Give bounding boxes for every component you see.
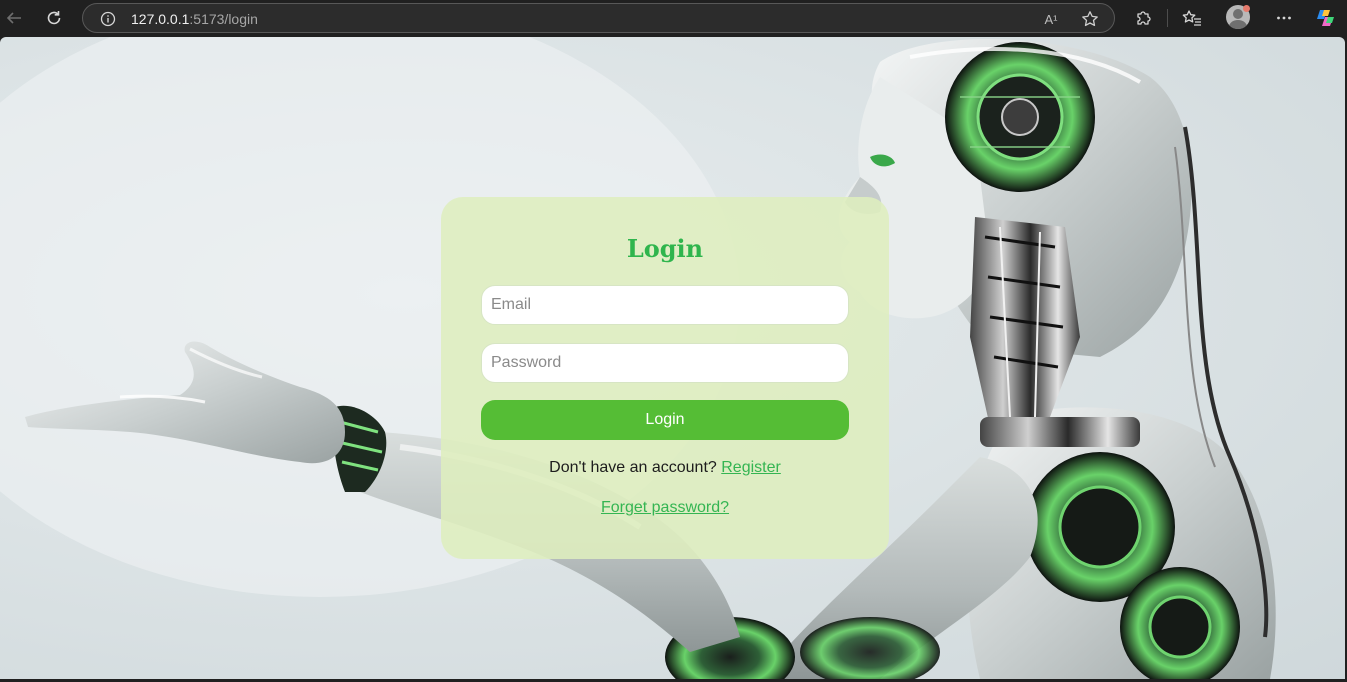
browser-toolbar: 127.0.0.1:5173/login A¹ bbox=[0, 0, 1347, 37]
favorites-button[interactable] bbox=[1178, 4, 1206, 32]
more-dots-icon bbox=[1277, 16, 1291, 20]
url-text[interactable]: 127.0.0.1:5173/login bbox=[131, 11, 258, 27]
more-menu-button[interactable] bbox=[1270, 4, 1298, 32]
login-title: Login bbox=[626, 234, 704, 263]
back-button[interactable] bbox=[0, 4, 28, 32]
avatar-body bbox=[1229, 20, 1247, 29]
extensions-button[interactable] bbox=[1129, 4, 1157, 32]
login-card: Login Login Don't have an account? Regis… bbox=[441, 197, 889, 559]
avatar-head bbox=[1233, 9, 1243, 19]
address-bar[interactable]: 127.0.0.1:5173/login A¹ bbox=[82, 3, 1115, 33]
toolbar-divider bbox=[1167, 9, 1168, 27]
refresh-button[interactable] bbox=[40, 4, 68, 32]
register-row: Don't have an account? Register bbox=[441, 459, 889, 477]
read-aloud-label: A¹ bbox=[1044, 11, 1058, 27]
favorite-star-icon[interactable] bbox=[1079, 8, 1101, 30]
register-link[interactable]: Register bbox=[721, 459, 781, 476]
page-viewport: Login Login Don't have an account? Regis… bbox=[0, 37, 1345, 679]
puzzle-icon bbox=[1137, 11, 1151, 25]
copilot-icon bbox=[1317, 10, 1334, 26]
read-aloud-icon[interactable]: A¹ bbox=[1039, 8, 1063, 30]
login-button[interactable]: Login bbox=[481, 400, 849, 440]
forgot-password-row: Forget password? bbox=[441, 499, 889, 517]
url-host: 127.0.0.1 bbox=[131, 11, 190, 27]
copilot-button[interactable] bbox=[1312, 4, 1340, 32]
notification-dot bbox=[1243, 5, 1250, 12]
password-input[interactable] bbox=[481, 343, 849, 383]
refresh-icon bbox=[47, 11, 61, 25]
register-prompt: Don't have an account? bbox=[549, 459, 717, 476]
site-info-icon[interactable] bbox=[99, 10, 117, 28]
email-input[interactable] bbox=[481, 285, 849, 325]
favorites-list-icon bbox=[1182, 10, 1201, 26]
url-path: :5173/login bbox=[189, 11, 258, 27]
forgot-password-link[interactable]: Forget password? bbox=[601, 499, 729, 516]
back-arrow-icon bbox=[6, 12, 21, 24]
